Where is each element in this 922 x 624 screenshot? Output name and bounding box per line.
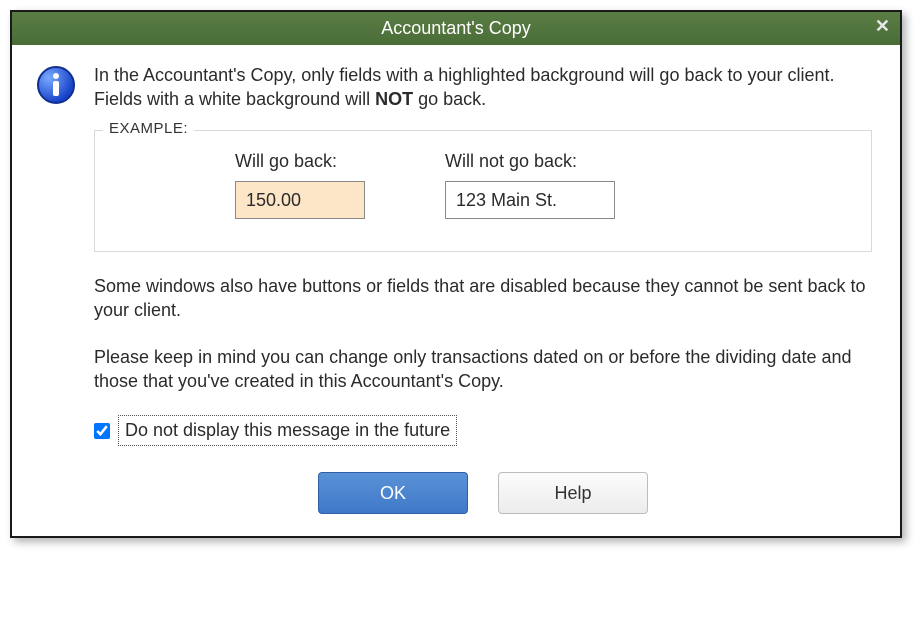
help-button[interactable]: Help xyxy=(498,472,648,514)
ok-button[interactable]: OK xyxy=(318,472,468,514)
example-columns: Will go back: 150.00 Will not go back: 1… xyxy=(125,149,841,220)
will-go-back-label: Will go back: xyxy=(235,149,365,173)
suppress-message-checkbox[interactable] xyxy=(94,423,110,439)
example-box: EXAMPLE: Will go back: 150.00 Will not g… xyxy=(94,130,872,253)
intro-post: go back. xyxy=(413,89,486,109)
will-go-back-col: Will go back: 150.00 xyxy=(235,149,365,220)
will-not-go-back-col: Will not go back: 123 Main St. xyxy=(445,149,615,220)
titlebar: Accountant's Copy ✕ xyxy=(12,12,900,45)
dialog-content: In the Accountant's Copy, only fields wi… xyxy=(12,45,900,536)
dialog-body: In the Accountant's Copy, only fields wi… xyxy=(94,63,872,514)
close-icon[interactable]: ✕ xyxy=(875,16,890,37)
intro-text: In the Accountant's Copy, only fields wi… xyxy=(94,63,872,112)
example-label: EXAMPLE: xyxy=(103,119,194,139)
button-row: OK Help xyxy=(94,472,872,514)
dialog-title: Accountant's Copy xyxy=(381,18,531,38)
suppress-message-row: Do not display this message in the futur… xyxy=(94,415,872,445)
will-go-back-field: 150.00 xyxy=(235,181,365,219)
will-not-go-back-field: 123 Main St. xyxy=(445,181,615,219)
dividing-date-text: Please keep in mind you can change only … xyxy=(94,345,872,394)
accountants-copy-dialog: Accountant's Copy ✕ In the Accountant's … xyxy=(10,10,902,538)
suppress-message-label[interactable]: Do not display this message in the futur… xyxy=(118,415,457,445)
disabled-fields-text: Some windows also have buttons or fields… xyxy=(94,274,872,323)
info-icon xyxy=(36,65,76,105)
intro-not: NOT xyxy=(375,89,413,109)
will-not-go-back-label: Will not go back: xyxy=(445,149,615,173)
